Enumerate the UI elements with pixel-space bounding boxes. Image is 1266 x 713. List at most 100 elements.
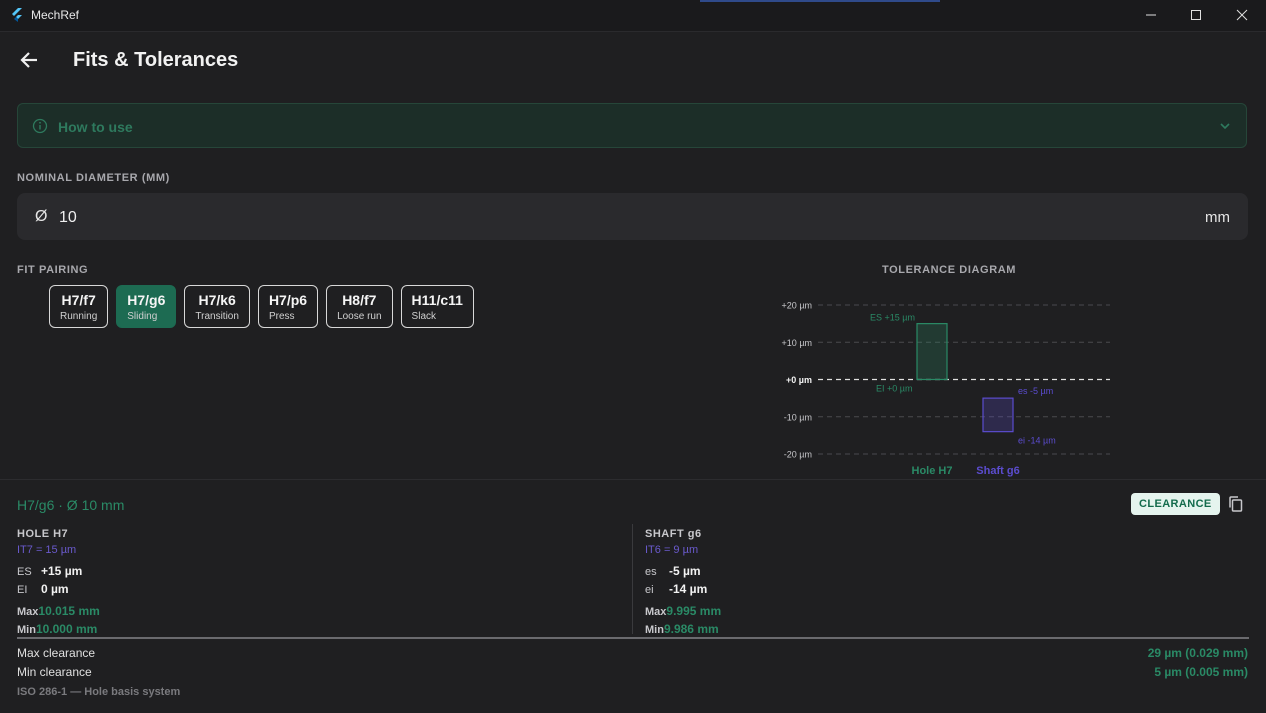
maximize-icon bbox=[1191, 10, 1201, 20]
fit-chip-h7-f7[interactable]: H7/f7 Running bbox=[49, 285, 109, 328]
tolerance-diagram-title: TOLERANCE DIAGRAM bbox=[882, 264, 1017, 276]
fit-chip-desc: Slack bbox=[411, 311, 436, 322]
max-clearance-label: Max clearance bbox=[17, 646, 96, 660]
shaft-it-grade: IT6 = 9 µm bbox=[645, 544, 699, 556]
hole-max-key: Max bbox=[17, 606, 39, 618]
minimize-icon bbox=[1146, 14, 1156, 16]
y-tick-label: -20 µm bbox=[784, 450, 812, 460]
fit-chip-h7-p6[interactable]: H7/p6 Press bbox=[257, 285, 319, 328]
shaft-max-row: Max9.995 mm bbox=[645, 602, 1245, 620]
y-tick-label: +10 µm bbox=[782, 338, 812, 348]
fit-chip-desc: Press bbox=[268, 311, 295, 322]
shaft-max-value: 9.995 mm bbox=[666, 604, 722, 618]
hole-it-grade: IT7 = 15 µm bbox=[17, 544, 77, 556]
y-tick-label: -10 µm bbox=[784, 412, 812, 422]
min-clearance-value: 5 µm (0.005 mm) bbox=[1154, 665, 1248, 679]
shaft-lower-row: ei -14 µm bbox=[645, 580, 1245, 598]
standard-footnote: ISO 286-1 — Hole basis system bbox=[17, 686, 181, 698]
arrow-back-icon bbox=[20, 52, 37, 68]
chevron-down-icon bbox=[1220, 123, 1230, 130]
result-title: H7/g6 · Ø 10 mm bbox=[17, 497, 125, 513]
fit-chip-desc: Running bbox=[60, 311, 98, 322]
nominal-diameter-input[interactable] bbox=[57, 202, 1161, 234]
max-clearance-row: Max clearance 29 µm (0.029 mm) bbox=[17, 644, 1248, 662]
diameter-unit-suffix: mm bbox=[1205, 209, 1230, 226]
tolerance-diagram: +20 µm+10 µm+0 µm-10 µm-20 µm ES +15 µm … bbox=[782, 301, 1110, 477]
shaft-lower-deviation-label: ei -14 µm bbox=[1018, 436, 1056, 446]
fit-chip-desc: Sliding bbox=[127, 311, 158, 322]
shaft-lower-key: ei bbox=[645, 584, 654, 596]
fit-chip-h7-k6[interactable]: H7/k6 Transition bbox=[184, 285, 250, 328]
max-clearance-value: 29 µm (0.029 mm) bbox=[1147, 646, 1248, 660]
min-clearance-row: Min clearance 5 µm (0.005 mm) bbox=[17, 663, 1248, 681]
close-button[interactable] bbox=[1219, 0, 1265, 31]
page-title: Fits & Tolerances bbox=[73, 49, 239, 71]
shaft-head: SHAFT g6 bbox=[645, 528, 702, 540]
fit-pairing-chips: H7/f7 Running H7/g6 Sliding H7/k6 Transi… bbox=[49, 285, 474, 328]
hole-details: HOLE H7 IT7 = 15 µm ES +15 µm EI 0 µm Max1… bbox=[17, 526, 617, 638]
shaft-lower-value: -14 µm bbox=[669, 582, 708, 596]
fit-chip-h11-c11[interactable]: H11/c11 Slack bbox=[400, 285, 474, 328]
min-clearance-label: Min clearance bbox=[17, 665, 92, 679]
copy-icon bbox=[1229, 496, 1243, 512]
fit-chip-code: H11/c11 bbox=[411, 292, 463, 308]
back-button[interactable] bbox=[16, 46, 44, 74]
fit-chip-code: H7/g6 bbox=[127, 292, 166, 308]
shaft-upper-deviation-label: es -5 µm bbox=[1018, 386, 1053, 396]
fit-type-badge: CLEARANCE bbox=[1131, 493, 1220, 515]
shaft-max-key: Max bbox=[645, 606, 667, 618]
hole-min-value: 10.000 mm bbox=[35, 622, 98, 636]
shaft-series-label: Shaft g6 bbox=[976, 465, 1019, 477]
shaft-min-row: Min9.986 mm bbox=[645, 620, 1245, 638]
title-accent-line bbox=[700, 0, 940, 2]
shaft-details: SHAFT g6 IT6 = 9 µm es -5 µm ei -14 µm Max… bbox=[645, 526, 1245, 638]
nominal-diameter-field[interactable]: Ø mm bbox=[17, 193, 1248, 240]
shaft-min-value: 9.986 mm bbox=[663, 622, 719, 636]
summary-rule bbox=[17, 637, 1249, 639]
fit-chip-code: H7/p6 bbox=[268, 292, 308, 308]
hole-min-key: Min bbox=[17, 624, 36, 636]
minimize-button[interactable] bbox=[1128, 0, 1174, 31]
copy-button[interactable] bbox=[1227, 495, 1245, 513]
info-icon bbox=[32, 118, 48, 134]
window-title: MechRef bbox=[31, 8, 80, 22]
hole-lower-key: EI bbox=[17, 584, 28, 596]
title-bar: MechRef bbox=[0, 0, 1266, 32]
hole-upper-row: ES +15 µm bbox=[17, 562, 617, 580]
hole-lower-row: EI 0 µm bbox=[17, 580, 617, 598]
hole-upper-key: ES bbox=[17, 566, 32, 578]
fit-chip-desc: Loose run bbox=[337, 311, 382, 322]
hole-upper-value: +15 µm bbox=[41, 564, 83, 578]
maximize-button[interactable] bbox=[1173, 0, 1219, 31]
how-to-use-label: How to use bbox=[58, 119, 133, 135]
hole-min-row: Min10.000 mm bbox=[17, 620, 617, 638]
hole-max-value: 10.015 mm bbox=[38, 604, 100, 618]
flutter-logo-icon bbox=[12, 8, 22, 22]
shaft-upper-value: -5 µm bbox=[669, 564, 701, 578]
hole-upper-deviation-label: ES +15 µm bbox=[870, 313, 915, 323]
shaft-upper-row: es -5 µm bbox=[645, 562, 1245, 580]
shaft-upper-key: es bbox=[645, 566, 657, 578]
fit-chip-h8-f7[interactable]: H8/f7 Loose run bbox=[326, 285, 393, 328]
y-tick-label: +20 µm bbox=[782, 301, 812, 311]
fit-chip-code: H7/k6 bbox=[198, 292, 236, 308]
diameter-prefix: Ø bbox=[35, 208, 48, 225]
hole-max-row: Max10.015 mm bbox=[17, 602, 617, 620]
close-icon bbox=[1236, 9, 1248, 21]
fit-chip-h7-g6[interactable]: H7/g6 Sliding bbox=[116, 285, 177, 328]
hole-series-label: Hole H7 bbox=[912, 465, 953, 477]
how-to-use-expander[interactable]: How to use bbox=[17, 103, 1247, 148]
fit-chip-code: H7/f7 bbox=[61, 292, 96, 308]
fit-chip-desc: Transition bbox=[195, 311, 239, 322]
hole-tolerance-band bbox=[916, 323, 948, 381]
fit-pairing-label: FIT PAIRING bbox=[17, 264, 89, 276]
fit-chip-code: H8/f7 bbox=[342, 292, 377, 308]
shaft-min-key: Min bbox=[645, 624, 664, 636]
hole-lower-deviation-label: EI +0 µm bbox=[876, 384, 912, 394]
columns-divider bbox=[632, 524, 633, 634]
results-divider bbox=[0, 479, 1266, 480]
y-tick-label: +0 µm bbox=[786, 375, 812, 385]
nominal-diameter-label: NOMINAL DIAMETER (MM) bbox=[17, 172, 170, 184]
hole-head: HOLE H7 bbox=[17, 528, 69, 540]
shaft-tolerance-band bbox=[982, 397, 1014, 433]
